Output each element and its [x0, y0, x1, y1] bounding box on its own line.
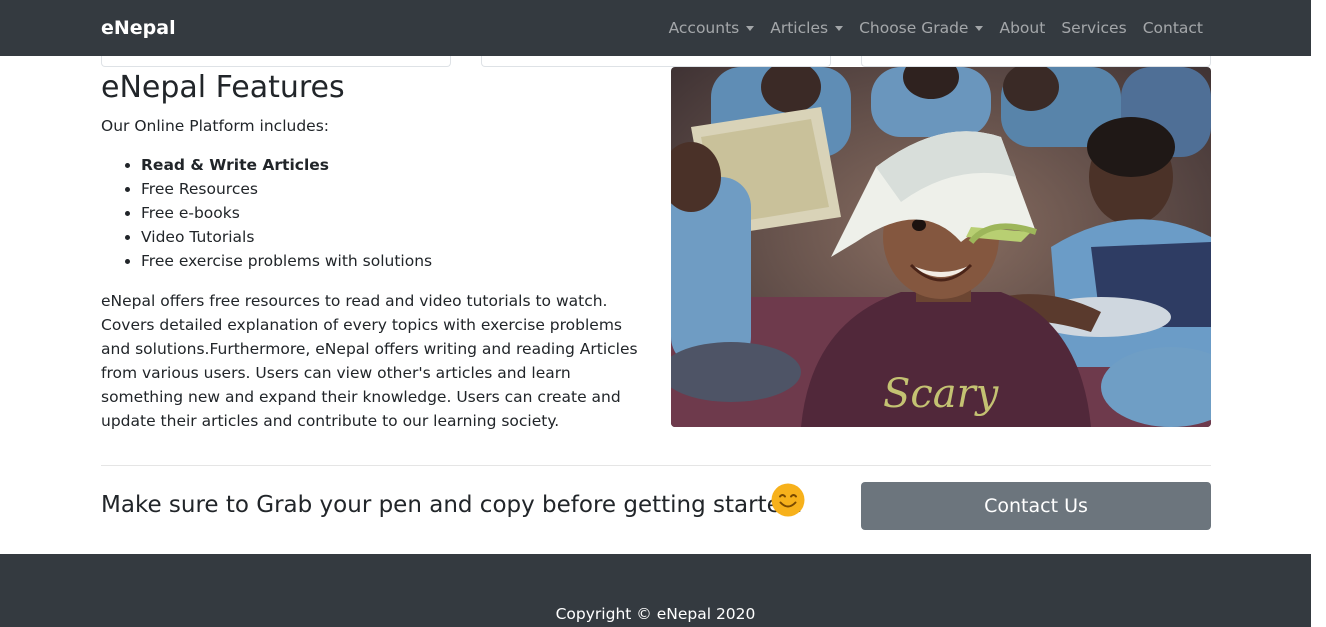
- hero-photo: Scary: [671, 67, 1211, 427]
- nav-item-label: About: [999, 19, 1046, 37]
- list-item: Read & Write Articles: [141, 153, 432, 177]
- copyright-text: Copyright © eNepal 2020: [555, 605, 756, 623]
- list-item: Free Resources: [141, 177, 432, 201]
- features-list: Read & Write Articles Free Resources Fre…: [101, 153, 432, 273]
- nav-item-services[interactable]: Services: [1053, 0, 1134, 56]
- nav-links: Accounts Articles Choose Grade About Ser…: [661, 0, 1211, 56]
- features-description: eNepal offers free resources to read and…: [101, 292, 638, 430]
- card-bottom-edge: [101, 56, 451, 67]
- nav-item-label: Accounts: [668, 19, 740, 37]
- nav-item-choose-grade[interactable]: Choose Grade: [851, 0, 991, 56]
- card-bottom-edge: [481, 56, 831, 67]
- features-intro: Our Online Platform includes:: [101, 117, 329, 135]
- nav-item-accounts[interactable]: Accounts: [661, 0, 763, 56]
- nav-item-label: Contact: [1142, 19, 1203, 37]
- nav-item-label: Choose Grade: [859, 19, 969, 37]
- caret-down-icon: [746, 25, 755, 31]
- cta-text: Make sure to Grab your pen and copy befo…: [101, 492, 803, 518]
- list-item: Video Tutorials: [141, 225, 432, 249]
- contact-us-button[interactable]: Contact Us: [861, 482, 1211, 530]
- list-item: Free e-books: [141, 201, 432, 225]
- page: eNepal Accounts Articles Choose Grade Ab…: [0, 0, 1311, 627]
- navbar: eNepal Accounts Articles Choose Grade Ab…: [0, 0, 1311, 56]
- brand-logo[interactable]: eNepal: [101, 15, 176, 41]
- shirt-text: Scary: [883, 371, 1000, 417]
- caret-down-icon: [835, 25, 844, 31]
- nav-item-about[interactable]: About: [991, 0, 1053, 56]
- scrollbar-gutter: [1311, 0, 1326, 627]
- list-item: Free exercise problems with solutions: [141, 249, 432, 273]
- nav-item-contact[interactable]: Contact: [1135, 0, 1211, 56]
- classroom-photo: Scary: [671, 67, 1211, 427]
- smiley-icon: [771, 483, 805, 517]
- nav-item-articles[interactable]: Articles: [762, 0, 851, 56]
- caret-down-icon: [975, 25, 984, 31]
- card-bottom-edge: [861, 56, 1211, 67]
- nav-item-label: Articles: [770, 19, 829, 37]
- footer: Copyright © eNepal 2020: [0, 554, 1311, 627]
- section-divider: [101, 465, 1211, 466]
- features-title: eNepal Features: [101, 70, 345, 105]
- nav-item-label: Services: [1061, 19, 1127, 37]
